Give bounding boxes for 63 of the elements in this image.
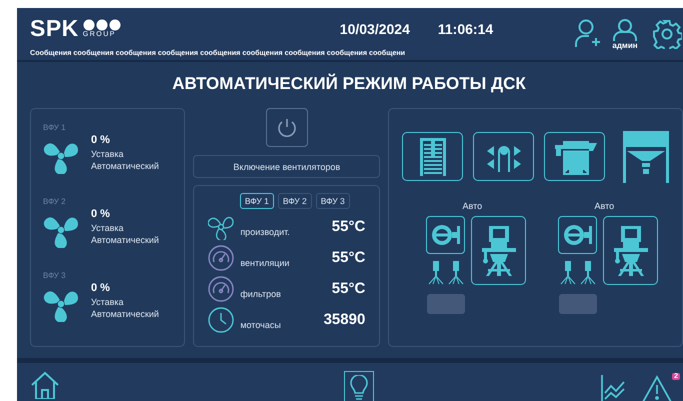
status-block	[558, 294, 597, 314]
power-button[interactable]	[266, 108, 308, 147]
valve-button[interactable]	[426, 216, 466, 254]
nozzle-icon	[428, 261, 444, 285]
unit-tab[interactable]: ВФУ 1	[240, 193, 274, 209]
add-user-icon[interactable]	[574, 18, 602, 48]
reading-label: моточасы	[240, 320, 282, 330]
settings-icon[interactable]	[652, 18, 682, 48]
machine-icon	[614, 226, 648, 276]
setpoint-label: Уставка	[91, 148, 125, 160]
power-icon	[276, 116, 298, 138]
valve-button[interactable]	[558, 216, 598, 254]
setpoint-label: Уставка	[91, 222, 125, 234]
user-name: админ	[612, 40, 638, 50]
valve-icon	[562, 224, 593, 246]
fan-percent: 0 %	[91, 208, 111, 220]
gauge-icon	[208, 244, 234, 270]
setpoint-label: Уставка	[91, 296, 125, 308]
fan-mode: Автоматический	[91, 308, 159, 320]
nozzle-icon	[448, 261, 464, 285]
lightbulb-icon	[350, 375, 368, 401]
nozzle-icon	[560, 261, 576, 285]
hopper-icon	[622, 130, 669, 182]
reading-label: вентиляции	[240, 258, 290, 268]
equipment-button[interactable]	[473, 132, 534, 181]
fan-mode: Автоматический	[91, 234, 159, 246]
reading-label: фильтров	[240, 288, 282, 298]
date-text: 10/03/2024	[340, 20, 410, 36]
logo-text: SPK	[30, 15, 79, 42]
warning-icon[interactable]	[642, 375, 672, 401]
fan-label: ВФУ 2	[43, 197, 67, 206]
page-title: АВТОМАТИЧЕСКИЙ РЕЖИМ РАБОТЫ ДСК	[171, 74, 527, 95]
logo-dots-icon	[82, 18, 121, 30]
machine-icon	[482, 226, 516, 276]
unit-tab[interactable]: ВФУ 2	[278, 193, 312, 209]
gauge-icon	[208, 276, 234, 302]
fan-percent: 0 %	[91, 282, 111, 294]
fan-mode: Автоматический	[91, 160, 159, 172]
fan-switch-button[interactable]: Включение вентиляторов	[193, 155, 380, 178]
time-text: 11:06:14	[438, 20, 494, 36]
home-icon[interactable]	[30, 371, 60, 399]
reading-value: 55°C	[330, 280, 366, 297]
fan-label: ВФУ 3	[43, 271, 67, 280]
equipment-button[interactable]	[544, 132, 606, 181]
shelf-cabinet-icon	[420, 138, 446, 176]
unit-mode: Авто	[594, 201, 616, 211]
reading-value: 55°C	[330, 249, 366, 266]
fan-percent: 0 %	[91, 134, 111, 146]
machine-button[interactable]	[471, 216, 526, 285]
machine-button[interactable]	[603, 216, 658, 285]
equipment-button[interactable]	[402, 132, 464, 181]
light-button[interactable]	[344, 371, 374, 401]
unit-mode: Авто	[462, 201, 484, 211]
fan-label: ВФУ 1	[43, 123, 67, 132]
reading-value: 35890	[322, 311, 366, 328]
user-icon[interactable]	[612, 18, 638, 40]
nozzle-icon	[580, 261, 596, 285]
unit-tab[interactable]: ВФУ 3	[316, 193, 350, 209]
valve-icon	[430, 224, 461, 246]
clock-icon	[208, 306, 234, 332]
reading-value: 55°C	[330, 218, 366, 235]
status-block	[426, 294, 465, 314]
reading-label: производит.	[240, 226, 291, 236]
